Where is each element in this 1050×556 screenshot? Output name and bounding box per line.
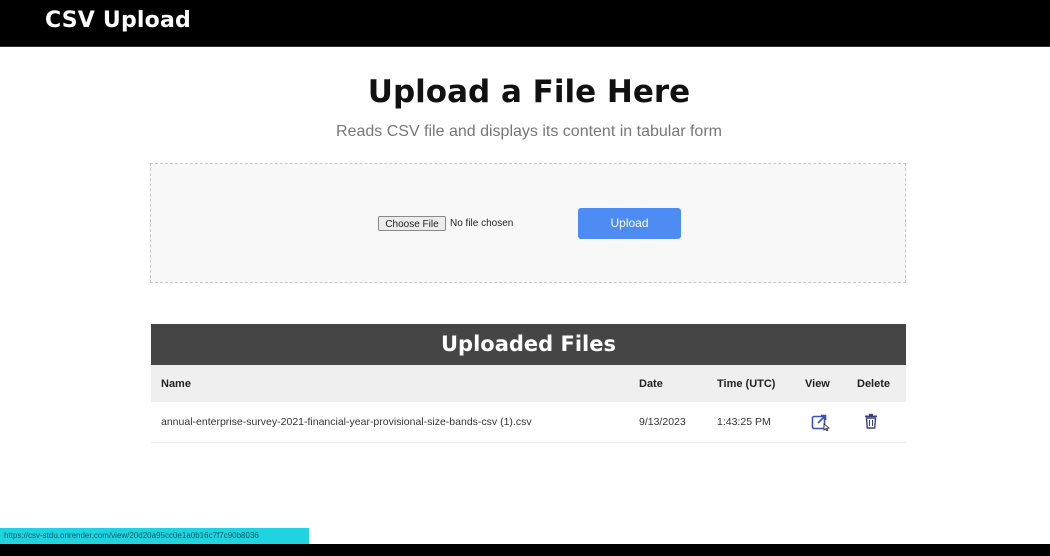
page-title: Upload a File Here [367,74,691,110]
status-bar-url: https://csv-stdu.onrender.com/view/20d20… [0,528,309,544]
upload-dropzone[interactable] [150,163,906,283]
top-navbar: CSV Upload [0,0,1050,47]
bottom-strip [0,544,1050,556]
trash-icon[interactable] [864,413,878,434]
file-time-cell: 1:43:25 PM [717,416,771,428]
external-link-icon[interactable] [811,413,831,436]
column-header-delete: Delete [857,378,891,390]
column-header-name: Name [161,378,191,390]
file-status-text: No file chosen [450,218,514,229]
file-name-cell: annual-enterprise-survey-2021-financial-… [161,416,532,428]
column-header-time: Time (UTC) [717,378,776,390]
app-title[interactable]: CSV Upload [45,8,191,33]
column-header-view: View [805,378,830,390]
column-header-date: Date [639,378,663,390]
upload-button[interactable]: Upload [578,208,681,239]
choose-file-button[interactable]: Choose File [378,216,446,231]
uploaded-files-title: Uploaded Files [151,324,906,365]
table-header-row [151,365,906,402]
file-date-cell: 9/13/2023 [639,416,686,428]
page-subtitle: Reads CSV file and displays its content … [336,123,722,140]
